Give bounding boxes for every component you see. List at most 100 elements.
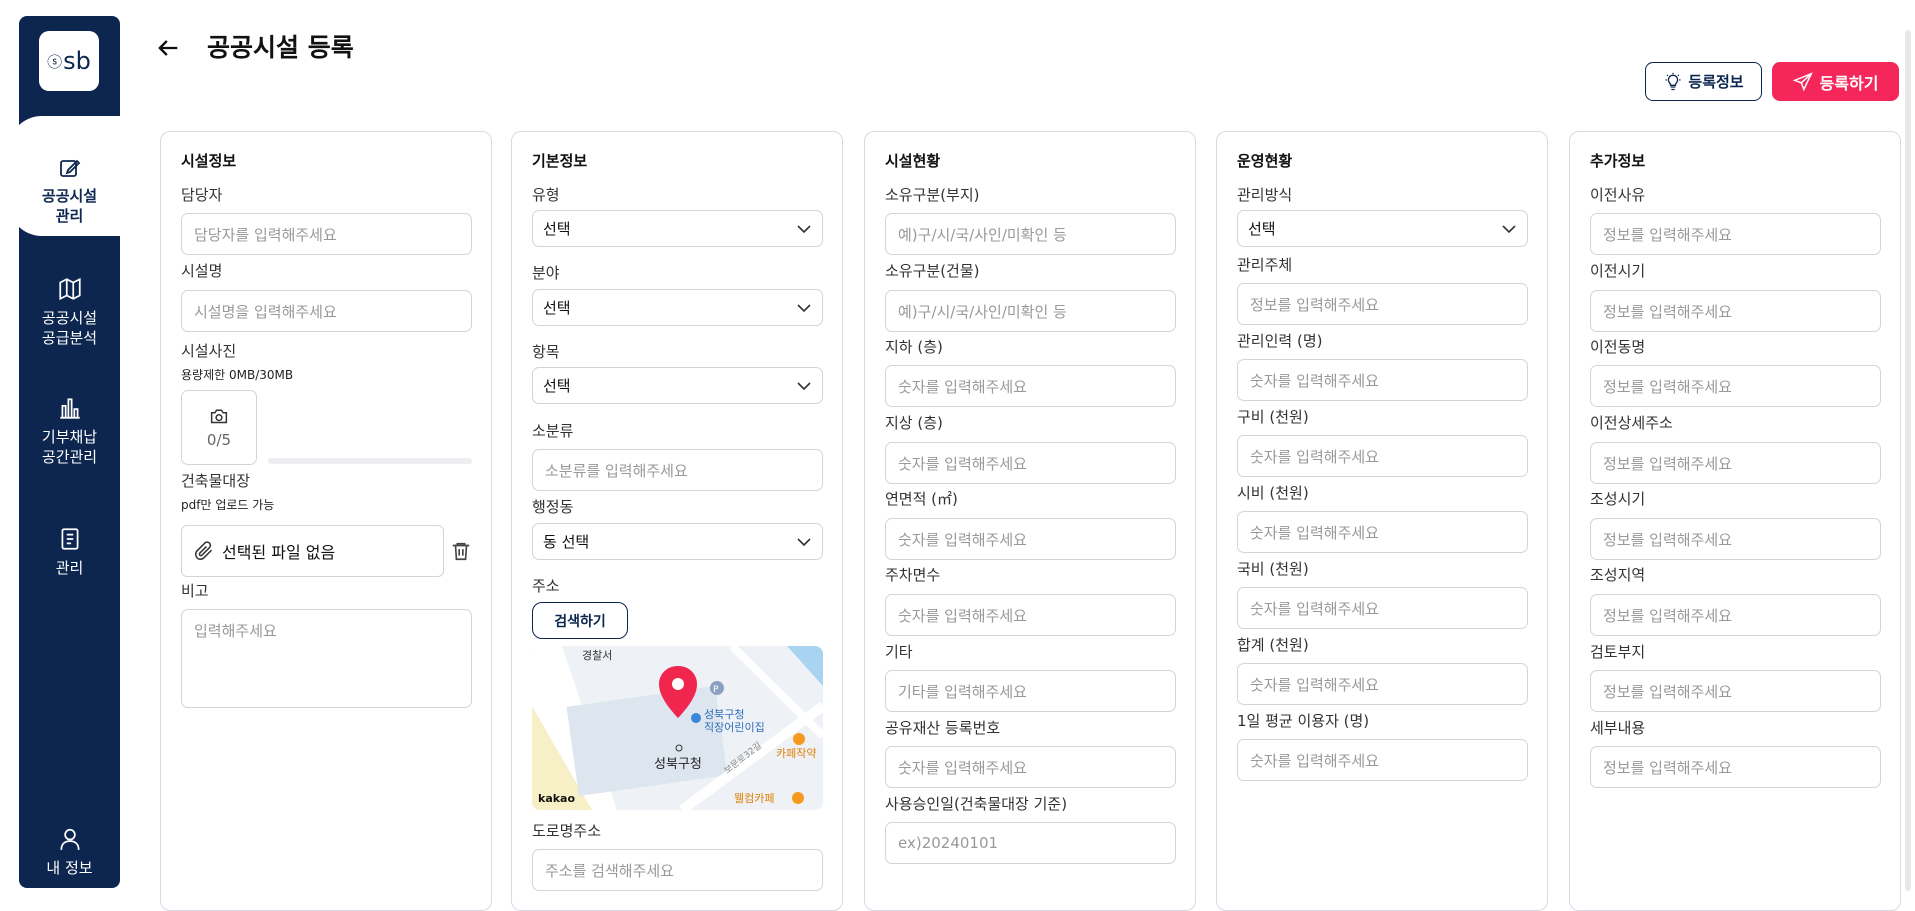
logo-mark-icon: ⓢ [47,52,63,71]
chevron-down-icon [797,224,811,233]
status-field-label: 소유구분(부지) [885,186,980,204]
facility-name-input[interactable]: 시설명을 입력해주세요 [181,290,472,332]
sidebar-item-label: 기부채납 [41,428,98,446]
other-input[interactable]: 기타를 입력해주세요 [885,670,1176,712]
building-ownership-input[interactable]: 예)구/시/국/사인/미확인 등 [885,290,1176,332]
management-entity-input[interactable]: 정보를 입력해주세요 [1237,283,1528,325]
field-label: 분야 [532,264,560,282]
district-budget-input[interactable]: 숫자를 입력해주세요 [1237,435,1528,477]
map-label: 웰컴카페 [734,792,774,805]
relocation-reason-input[interactable]: 정보를 입력해주세요 [1590,213,1881,255]
registration-info-button[interactable]: 등록정보 [1645,62,1762,101]
photo-upload-button[interactable]: 0/5 [181,390,257,465]
subclass-input[interactable]: 소분류를 입력해주세요 [532,449,823,491]
card-title: 기본정보 [532,152,588,170]
management-method-select[interactable]: 선택 [1237,210,1528,247]
type-select[interactable]: 선택 [532,210,823,247]
operation-field-label: 구비 (천원) [1237,408,1309,426]
extra-field-label: 세부내용 [1590,719,1646,737]
map-label: 성북구청 [654,757,702,772]
chevron-down-icon [1502,224,1516,233]
staff-count-input[interactable]: 숫자를 입력해주세요 [1237,359,1528,401]
construction-area-input[interactable]: 정보를 입력해주세요 [1590,594,1881,636]
app-logo[interactable]: ⓢ sb [39,31,99,91]
previous-district-input[interactable]: 정보를 입력해주세요 [1590,365,1881,407]
chevron-down-icon [797,381,811,390]
basement-floors-input[interactable]: 숫자를 입력해주세요 [885,365,1176,407]
district-select[interactable]: 동 선택 [532,523,823,560]
file-upload-field[interactable]: 선택된 파일 없음 [181,525,444,577]
operation-field-label: 관리주체 [1237,256,1293,274]
sidebar-profile[interactable]: 내 정보 [19,826,120,878]
status-field-label: 주차면수 [885,566,941,584]
road-address-label: 도로명주소 [532,822,602,840]
sidebar-item-label: 공급분석 [41,329,98,347]
subclass-label: 소분류 [532,422,574,440]
submit-button[interactable]: 등록하기 [1772,62,1899,101]
operation-field-label: 합계 (천원) [1237,636,1309,654]
send-icon [1792,71,1813,91]
select-value: 선택 [543,220,571,238]
sidebar-item-public-facility[interactable]: 공공시설 관리 [19,156,120,226]
field-select[interactable]: 선택 [532,289,823,326]
photo-usage-bar [268,458,472,464]
status-field-label: 소유구분(건물) [885,262,980,280]
status-field-label: 지상 (층) [885,414,943,432]
manager-input[interactable]: 담당자를 입력해주세요 [181,213,472,255]
chevron-down-icon [797,303,811,312]
extra-field-label: 조성시기 [1590,490,1646,508]
total-budget-input[interactable]: 숫자를 입력해주세요 [1237,663,1528,705]
facility-name-label: 시설명 [181,262,223,280]
note-textarea[interactable]: 입력해주세요 [181,609,472,708]
extra-field-label: 이전사유 [1590,186,1646,204]
additional-info-card: 추가정보 이전사유 정보를 입력해주세요 이전시기 정보를 입력해주세요 이전동… [1569,131,1901,911]
approval-date-input[interactable]: ex)20240101 [885,822,1176,864]
previous-address-input[interactable]: 정보를 입력해주세요 [1590,442,1881,484]
land-ownership-input[interactable]: 예)구/시/국/사인/미확인 등 [885,213,1176,255]
road-address-input[interactable]: 주소를 검색해주세요 [532,849,823,891]
registration-info-label: 등록정보 [1688,73,1744,91]
note-label: 비고 [181,582,209,600]
profile-label: 내 정보 [46,859,93,877]
chevron-down-icon [797,537,811,546]
camera-icon [210,409,228,423]
select-value: 선택 [1248,220,1276,238]
public-property-number-input[interactable]: 숫자를 입력해주세요 [885,746,1176,788]
sidebar-item-label: 공공시설 [41,309,98,327]
trash-icon[interactable] [450,540,472,562]
address-search-button[interactable]: 검색하기 [532,602,628,639]
sidebar-item-donation-space[interactable]: 기부채납 공간관리 [19,395,120,467]
national-budget-input[interactable]: 숫자를 입력해주세요 [1237,587,1528,629]
parking-count-input[interactable]: 숫자를 입력해주세요 [885,594,1176,636]
facility-info-card: 시설정보 담당자 담당자를 입력해주세요 시설명 시설명을 입력해주세요 시설사… [160,131,492,911]
card-title: 시설현황 [885,152,941,170]
building-register-label: 건축물대장 [181,472,251,490]
city-budget-input[interactable]: 숫자를 입력해주세요 [1237,511,1528,553]
back-arrow-icon[interactable] [154,34,182,62]
relocation-date-input[interactable]: 정보를 입력해주세요 [1590,290,1881,332]
status-field-label: 공유재산 등록번호 [885,719,1001,737]
page-title: 공공시설 등록 [207,33,354,62]
daily-users-input[interactable]: 숫자를 입력해주세요 [1237,739,1528,781]
construction-date-input[interactable]: 정보를 입력해주세요 [1590,518,1881,560]
file-name: 선택된 파일 없음 [222,543,336,562]
details-input[interactable]: 정보를 입력해주세요 [1590,746,1881,788]
sidebar-item-supply-analysis[interactable]: 공공시설 공급분석 [19,276,120,348]
above-floors-input[interactable]: 숫자를 입력해주세요 [885,442,1176,484]
card-title: 운영현황 [1237,152,1293,170]
manager-label: 담당자 [181,186,223,204]
sidebar-item-management[interactable]: 관리 [19,526,120,578]
clipboard-icon [61,528,78,550]
paperclip-icon [194,541,213,560]
operation-field-label: 시비 (천원) [1237,484,1309,502]
map-canvas: 경찰서 P 성북구청 직장어린이집 카페작약 성북구청 보문로32길 웰컴카페 … [532,646,823,810]
photo-limit-note: 용량제한 0MB/30MB [181,368,294,382]
page-scrollbar[interactable] [1905,30,1911,891]
basic-info-card: 기본정보 유형 선택 분야 선택 항목 선택 소분류 소분류를 입력해주세요 행… [511,131,843,911]
review-site-input[interactable]: 정보를 입력해주세요 [1590,670,1881,712]
total-area-input[interactable]: 숫자를 입력해주세요 [885,518,1176,560]
pdf-only-note: pdf만 업로드 가능 [181,498,275,512]
card-title: 추가정보 [1590,152,1646,170]
location-map[interactable]: 경찰서 P 성북구청 직장어린이집 카페작약 성북구청 보문로32길 웰컴카페 … [532,646,823,810]
item-select[interactable]: 선택 [532,367,823,404]
